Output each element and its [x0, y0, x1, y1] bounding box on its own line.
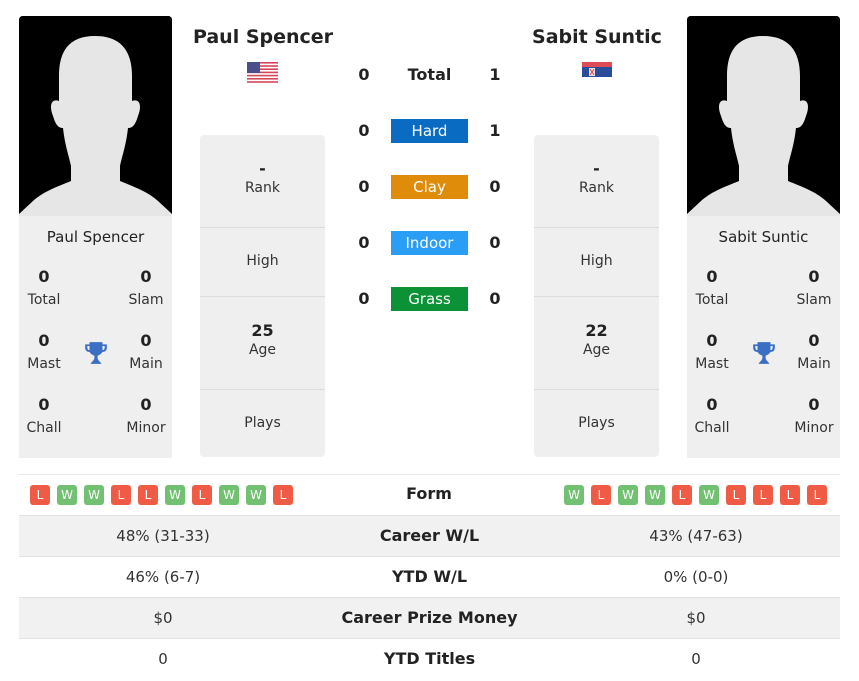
form-loss-badge[interactable]: L: [753, 485, 773, 505]
titles-card-left: Paul Spencer 0 Total 0 Slam 0 Mast 0 Main 0C…: [19, 216, 172, 458]
form-win-badge[interactable]: W: [165, 485, 185, 505]
player-name-card[interactable]: Sabit Suntic: [687, 228, 840, 246]
form-loss-badge[interactable]: L: [672, 485, 692, 505]
usa-flag-icon: [247, 62, 278, 83]
silhouette-icon: [687, 16, 840, 216]
surface-badge-grass[interactable]: Grass: [391, 287, 468, 311]
stat-row-ytd-wl: 46% (6-7) YTD W/L 0% (0-0): [19, 556, 840, 597]
player-name-right[interactable]: Sabit Suntic: [512, 26, 682, 48]
surface-badge-indoor[interactable]: Indoor: [391, 231, 468, 255]
form-badges-left: LWWLLWLWWL: [30, 485, 293, 505]
silhouette-icon: [19, 16, 172, 216]
form-win-badge[interactable]: W: [84, 485, 104, 505]
form-loss-badge[interactable]: L: [273, 485, 293, 505]
surface-badge-clay[interactable]: Clay: [391, 175, 468, 199]
titles-minor: 0 Minor: [794, 395, 834, 436]
surface-badge-hard[interactable]: Hard: [391, 119, 468, 143]
titles-slam: 0 Slam: [128, 267, 164, 308]
form-loss-badge[interactable]: L: [30, 485, 50, 505]
player-name-card[interactable]: Paul Spencer: [19, 228, 172, 246]
h2h-hard-row: 0 Hard 1: [345, 119, 515, 143]
titles-total: 0 Total: [695, 267, 729, 308]
titles-mast: 0 Mast: [27, 331, 61, 372]
titles-main: 0 Main: [797, 331, 831, 372]
form-loss-badge[interactable]: L: [726, 485, 746, 505]
age-cell: 22 Age: [534, 297, 659, 390]
player-name-left[interactable]: Paul Spencer: [178, 26, 348, 48]
h2h-grass-row: 0 Grass 0: [345, 287, 515, 311]
h2h-total-label: Total: [407, 65, 452, 84]
form-win-badge[interactable]: W: [246, 485, 266, 505]
stat-row-career-prize-money: $0 Career Prize Money $0: [19, 597, 840, 638]
form-loss-badge[interactable]: L: [192, 485, 212, 505]
player-photo-right: [687, 16, 840, 216]
titles-main: 0 Main: [129, 331, 163, 372]
titles-total: 0 Total: [27, 267, 61, 308]
form-loss-badge[interactable]: L: [111, 485, 131, 505]
stat-row-career-wl: 48% (31-33) Career W/L 43% (47-63): [19, 515, 840, 556]
form-row: LWWLLWLWWL Form WLWWLWLLLL: [19, 474, 840, 515]
stat-row-ytd-titles: 0 YTD Titles 0: [19, 638, 840, 679]
titles-slam: 0 Slam: [796, 267, 832, 308]
player-photo-left: [19, 16, 172, 216]
trophy-icon: [85, 342, 107, 364]
h2h-indoor-row: 0 Indoor 0: [345, 231, 515, 255]
form-win-badge[interactable]: W: [618, 485, 638, 505]
titles-chall: 0 Chall: [694, 395, 730, 436]
rank-cell: - Rank: [534, 135, 659, 228]
form-loss-badge[interactable]: L: [591, 485, 611, 505]
form-loss-badge[interactable]: L: [780, 485, 800, 505]
titles-mast: 0 Mast: [695, 331, 729, 372]
age-cell: 25 Age: [200, 297, 325, 390]
h2h-clay-row: 0 Clay 0: [345, 175, 515, 199]
form-badges-right: WLWWLWLLLL: [564, 485, 827, 505]
plays-cell: Plays: [578, 415, 615, 431]
trophy-icon: [753, 342, 775, 364]
rank-cell: - Rank: [200, 135, 325, 228]
h2h-total-row: 0 Total 1: [345, 63, 515, 87]
info-card-left: - Rank High 25 Age Plays: [200, 135, 325, 457]
form-win-badge[interactable]: W: [564, 485, 584, 505]
titles-chall: 0 Chall: [26, 395, 62, 436]
titles-minor: 0 Minor: [126, 395, 166, 436]
form-label: Form: [406, 484, 452, 503]
high-cell: High: [200, 228, 325, 297]
form-win-badge[interactable]: W: [699, 485, 719, 505]
titles-card-right: Sabit Suntic 0 Total 0 Slam 0 Mast 0 Main 0C…: [687, 216, 840, 458]
high-cell: High: [534, 228, 659, 297]
serbia-flag-icon: [582, 62, 612, 77]
form-win-badge[interactable]: W: [57, 485, 77, 505]
info-card-right: - Rank High 22 Age Plays: [534, 135, 659, 457]
form-win-badge[interactable]: W: [219, 485, 239, 505]
form-win-badge[interactable]: W: [645, 485, 665, 505]
form-loss-badge[interactable]: L: [807, 485, 827, 505]
plays-cell: Plays: [244, 415, 281, 431]
form-loss-badge[interactable]: L: [138, 485, 158, 505]
